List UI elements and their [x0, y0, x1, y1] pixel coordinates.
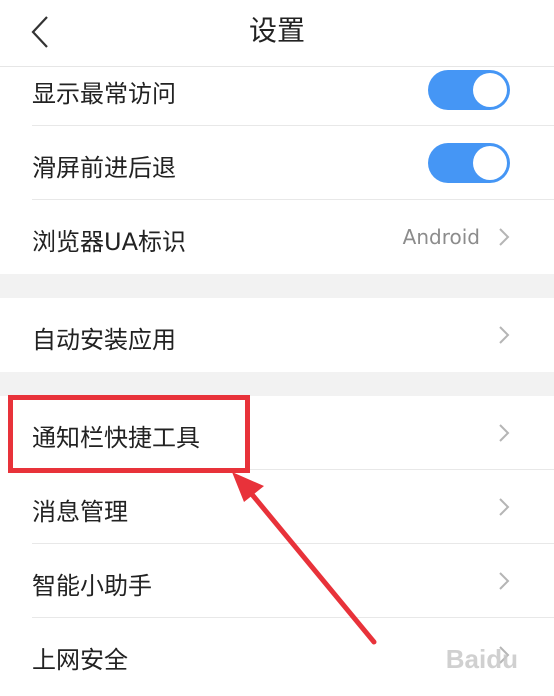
- watermark: Baidu: [445, 644, 518, 674]
- annotation-arrow: [232, 472, 377, 645]
